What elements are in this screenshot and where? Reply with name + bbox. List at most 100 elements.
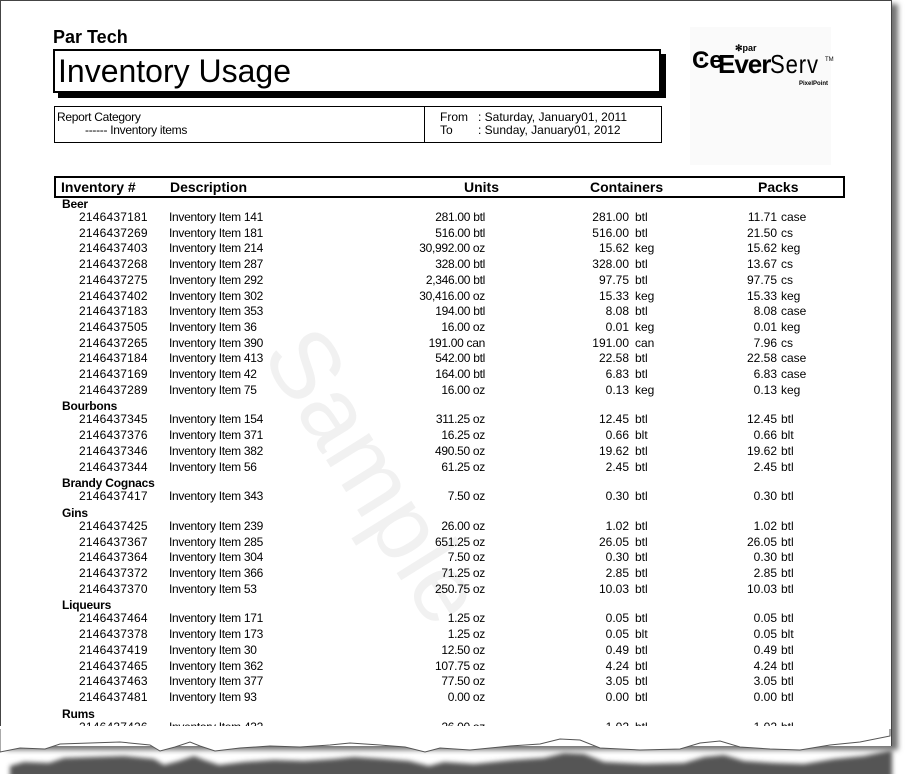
table-row: 2146437464 Inventory Item 171 1.25 oz 0.05 b…	[1, 611, 891, 627]
packs-unit: keg	[781, 382, 801, 397]
containers-unit: btl	[635, 534, 648, 549]
units-value: 16.00 oz	[441, 319, 485, 334]
inventory-number: 2146437345	[79, 412, 148, 427]
table-row: 2146437463 Inventory Item 377 77.50 oz 3.05…	[1, 674, 891, 690]
item-description: Inventory Item 390	[169, 335, 263, 350]
inventory-number: 2146437169	[79, 367, 148, 381]
item-description: Inventory Item 413	[169, 351, 263, 366]
table-row: 2146437505 Inventory Item 36 16.00 oz 0.01 k…	[1, 320, 891, 336]
units-value: 7.50 oz	[447, 550, 486, 565]
containers-qty: 0.13	[605, 382, 629, 397]
packs-qty: 0.00	[753, 689, 777, 704]
item-description: Inventory Item 171	[169, 611, 263, 626]
packs-qty: 0.66	[753, 428, 777, 443]
containers-unit: btl	[635, 225, 648, 240]
table-row: 2146437183 Inventory Item 353 194.00 btl 8.…	[1, 304, 891, 320]
containers-unit: btl	[635, 566, 648, 580]
item-description: Inventory Item 42	[169, 367, 257, 381]
units-value: 250.75 oz	[434, 581, 485, 596]
units-value: 516.00 btl	[435, 225, 485, 240]
from-label: From	[440, 110, 468, 124]
report-info-box: Report Category ------ Inventory items F…	[54, 106, 662, 143]
logo-trademark: TM	[825, 57, 834, 63]
containers-unit: btl	[635, 689, 648, 704]
group-header: Gins	[62, 505, 88, 520]
item-description: Inventory Item 377	[169, 674, 263, 689]
containers-unit: btl	[635, 642, 648, 657]
packs-unit: keg	[781, 288, 801, 303]
containers-qty: 6.83	[605, 367, 629, 381]
to-date: : Sunday, January01, 2012	[478, 123, 621, 137]
containers-qty: 19.62	[598, 443, 629, 458]
table-row: 2146437364 Inventory Item 304 7.50 oz 0.30 b…	[1, 550, 891, 566]
table-row: 2146437289 Inventory Item 75 16.00 oz 0.13 k…	[1, 383, 891, 399]
table-row: 2146437275 Inventory Item 292 2,346.00 btl…	[1, 273, 891, 289]
packs-unit: cs	[781, 335, 793, 350]
inventory-number: 2146437183	[79, 304, 148, 319]
item-description: Inventory Item 239	[169, 518, 263, 533]
item-description: Inventory Item 304	[169, 550, 263, 565]
containers-qty: 2.45	[605, 459, 629, 474]
containers-unit: keg	[635, 241, 655, 256]
table-row: 2146437265 Inventory Item 390 191.00 can 19…	[1, 336, 891, 352]
packs-qty: 0.01	[753, 319, 777, 334]
inventory-number: 2146437370	[79, 581, 148, 596]
containers-qty: 97.75	[598, 272, 629, 287]
packs-unit: case	[781, 304, 807, 319]
item-description: Inventory Item 287	[169, 257, 263, 272]
containers-qty: 281.00	[592, 210, 629, 224]
containers-unit: keg	[635, 382, 655, 397]
containers-unit: btl	[635, 272, 648, 287]
packs-qty: 0.30	[753, 550, 777, 565]
units-value: 30,992.00 oz	[419, 241, 485, 256]
packs-unit: cs	[781, 257, 793, 272]
inventory-number: 2146437344	[79, 459, 148, 474]
logo-brand-light: Serv	[770, 49, 819, 79]
units-value: 71.25 oz	[441, 566, 485, 580]
inventory-number: 2146437376	[79, 428, 148, 443]
packs-unit: case	[781, 210, 807, 224]
packs-unit: btl	[781, 518, 794, 533]
containers-qty: 0.01	[605, 319, 629, 334]
inventory-number: 2146437346	[79, 443, 148, 458]
containers-unit: btl	[635, 367, 648, 381]
packs-unit: btl	[781, 534, 794, 549]
packs-qty: 0.49	[753, 642, 777, 657]
units-value: 16.00 oz	[441, 382, 485, 397]
inventory-number: 2146437465	[79, 658, 148, 673]
containers-qty: 0.05	[605, 611, 629, 626]
inventory-number: 2146437378	[79, 627, 148, 642]
containers-unit: btl	[635, 518, 648, 533]
everserv-logo: Ͼe ✻par Ever Serv TM PixelPoint	[690, 27, 834, 165]
item-description: Inventory Item 154	[169, 412, 263, 427]
inventory-number: 2146437184	[79, 351, 148, 366]
units-value: 26.00 oz	[441, 518, 485, 533]
packs-qty: 4.24	[753, 658, 777, 673]
packs-unit: btl	[781, 412, 794, 427]
group-header: Beer	[62, 197, 88, 211]
group-header: Rums	[62, 706, 95, 721]
item-description: Inventory Item 366	[169, 566, 263, 580]
column-units: Units	[464, 179, 499, 195]
containers-qty: 15.62	[598, 241, 629, 256]
to-label: To	[440, 123, 453, 137]
units-value: 16.25 oz	[441, 428, 485, 443]
packs-qty: 15.33	[746, 288, 777, 303]
table-row: 2146437367 Inventory Item 285 651.25 oz 26.…	[1, 535, 891, 551]
containers-unit: btl	[635, 581, 648, 596]
containers-unit: btl	[635, 412, 648, 427]
packs-qty: 97.75	[746, 272, 777, 287]
packs-qty: 19.62	[746, 443, 777, 458]
containers-qty: 191.00	[592, 335, 629, 350]
table-row: 2146437481 Inventory Item 93 0.00 oz 0.00 bt…	[1, 690, 891, 706]
packs-unit: btl	[781, 658, 794, 673]
report-category-label: Report Category	[57, 110, 141, 124]
table-row: 2146437417 Inventory Item 343 7.50 oz 0.30 b…	[1, 489, 891, 505]
column-containers: Containers	[590, 179, 664, 195]
packs-qty: 7.96	[753, 335, 777, 350]
report-page: Sample Par Tech Inventory Usage Report C…	[0, 0, 892, 746]
containers-unit: btl	[635, 304, 648, 319]
packs-unit: cs	[781, 272, 793, 287]
packs-unit: btl	[781, 443, 794, 458]
inventory-number: 2146437505	[79, 319, 148, 334]
